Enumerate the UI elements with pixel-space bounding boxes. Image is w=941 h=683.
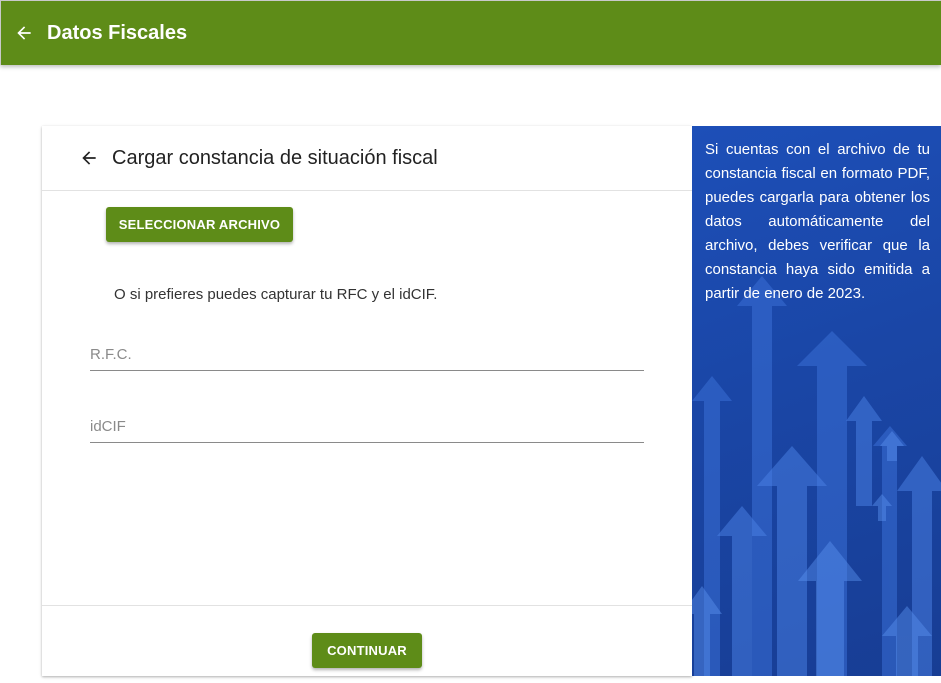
info-panel: Si cuentas con el archivo de tu constanc… [692, 126, 941, 676]
select-file-button[interactable]: SELECCIONAR ARCHIVO [106, 207, 293, 242]
idcif-field [90, 412, 644, 443]
hint-text: O si prefieres puedes capturar tu RFC y … [114, 286, 438, 303]
upload-card: Cargar constancia de situación fiscal SE… [42, 126, 692, 676]
arrow-left-icon[interactable] [13, 22, 35, 44]
app-bar: Datos Fiscales [0, 0, 941, 65]
rfc-field [90, 340, 644, 371]
info-text: Si cuentas con el archivo de tu constanc… [705, 141, 930, 302]
continue-button[interactable]: CONTINUAR [312, 633, 422, 668]
rfc-input[interactable] [90, 340, 644, 368]
page-title: Datos Fiscales [47, 21, 188, 44]
arrow-left-icon[interactable] [78, 147, 100, 169]
idcif-input[interactable] [90, 412, 644, 440]
card-header: Cargar constancia de situación fiscal [42, 126, 692, 191]
card-title: Cargar constancia de situación fiscal [112, 146, 438, 169]
footer-divider [42, 605, 692, 606]
